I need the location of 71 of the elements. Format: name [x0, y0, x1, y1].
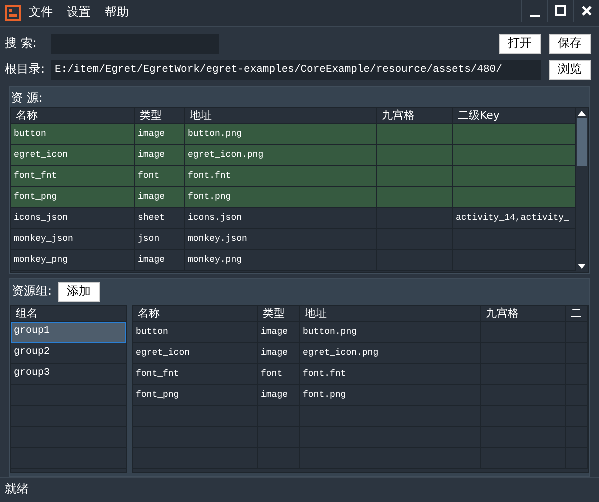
- panel-title: 资源组:: [12, 283, 52, 300]
- toolbar-button[interactable]: 打开: [499, 34, 541, 54]
- menu-item[interactable]: 文件: [29, 4, 53, 22]
- browse-button[interactable]: 浏览: [549, 60, 591, 80]
- table-cell: font_fnt: [136, 368, 180, 379]
- add-button[interactable]: 添加: [58, 282, 100, 302]
- table-cell: egret_icon.png: [303, 348, 379, 358]
- table-cell: monkey_json: [14, 234, 74, 244]
- scrollbar-thumb[interactable]: [577, 118, 587, 166]
- selected-table-row[interactable]: button image button.png: [11, 124, 576, 145]
- table-cell: sheet: [138, 212, 166, 223]
- table-cell: button.png: [188, 128, 242, 139]
- table-cell: font_png: [14, 192, 58, 202]
- table-cell: json: [138, 234, 160, 244]
- table-cell: image: [138, 128, 166, 139]
- table-cell: monkey.json: [188, 234, 248, 244]
- table-cell: monkey.png: [188, 254, 242, 265]
- column-header[interactable]: 九宫格: [481, 306, 566, 321]
- table-cell: button: [14, 128, 46, 139]
- menu-item[interactable]: 设置: [67, 4, 91, 22]
- table-row[interactable]: icons_json sheet icons.json activity_14,activity_: [11, 208, 576, 229]
- table-cell: font_png: [136, 390, 180, 400]
- menu-item[interactable]: 帮助: [105, 4, 129, 22]
- panel-title: 资 源:: [10, 90, 44, 106]
- table-cell: font.fnt: [188, 170, 232, 181]
- table-cell: egret_icon.png: [188, 150, 264, 160]
- table-row[interactable]: monkey_json json monkey.json: [11, 228, 576, 250]
- table-cell: image: [261, 348, 288, 358]
- table-cell: image: [138, 150, 166, 160]
- table-cell: image: [261, 390, 288, 400]
- selected-table-row[interactable]: egret_icon image egret_icon.png: [11, 144, 576, 166]
- selected-table-row[interactable]: font_png image font.png: [11, 186, 576, 208]
- column-header[interactable]: 类型: [258, 306, 300, 321]
- column-header[interactable]: 二: [566, 306, 588, 321]
- column-header[interactable]: 九宫格: [377, 108, 453, 123]
- table-cell: font: [261, 368, 283, 379]
- column-header[interactable]: 类型: [135, 108, 185, 123]
- column-header[interactable]: 地址: [300, 306, 481, 321]
- table-cell: font_fnt: [14, 170, 58, 181]
- column-header[interactable]: 名称: [133, 306, 258, 321]
- minimize-icon: [530, 14, 540, 17]
- maximize-icon: [554, 5, 566, 18]
- search-label: 搜 索:: [5, 35, 38, 52]
- table-cell: button.png: [303, 326, 358, 337]
- group-item[interactable]: group2: [11, 342, 126, 364]
- table-cell: activity_14,activity_: [456, 212, 570, 223]
- table-cell: font.png: [303, 390, 346, 400]
- table-cell: image: [261, 326, 288, 337]
- group-item[interactable]: group3: [11, 364, 126, 385]
- table-cell: icons.json: [188, 212, 242, 223]
- table-cell: font.fnt: [303, 368, 346, 379]
- table-cell: egret_icon: [14, 150, 68, 160]
- table-cell: image: [138, 254, 166, 265]
- root-path-field[interactable]: E:/item/Egret/EgretWork/egret-examples/CoreExample/resource/assets/480/: [51, 60, 541, 80]
- table-cell: egret_icon: [136, 348, 190, 358]
- root-label: 根目录:: [5, 61, 46, 78]
- table-cell: image: [138, 192, 166, 202]
- toolbar-button[interactable]: 保存: [549, 34, 591, 54]
- table-cell: icons_json: [14, 212, 68, 223]
- close-icon: [580, 5, 592, 18]
- column-header[interactable]: 名称: [11, 108, 135, 123]
- selected-table-row[interactable]: font_fnt font font.fnt: [11, 166, 576, 187]
- group-item[interactable]: group1: [11, 322, 126, 343]
- app-logo-icon: [5, 4, 21, 21]
- table-cell: font: [138, 170, 160, 181]
- table-row[interactable]: monkey_png image monkey.png: [11, 250, 576, 271]
- table-cell: monkey_png: [14, 254, 68, 265]
- column-header[interactable]: 地址: [185, 108, 377, 123]
- scroll-down-icon[interactable]: [578, 264, 586, 269]
- table-cell: button: [136, 326, 168, 337]
- table-cell: font.png: [188, 192, 232, 202]
